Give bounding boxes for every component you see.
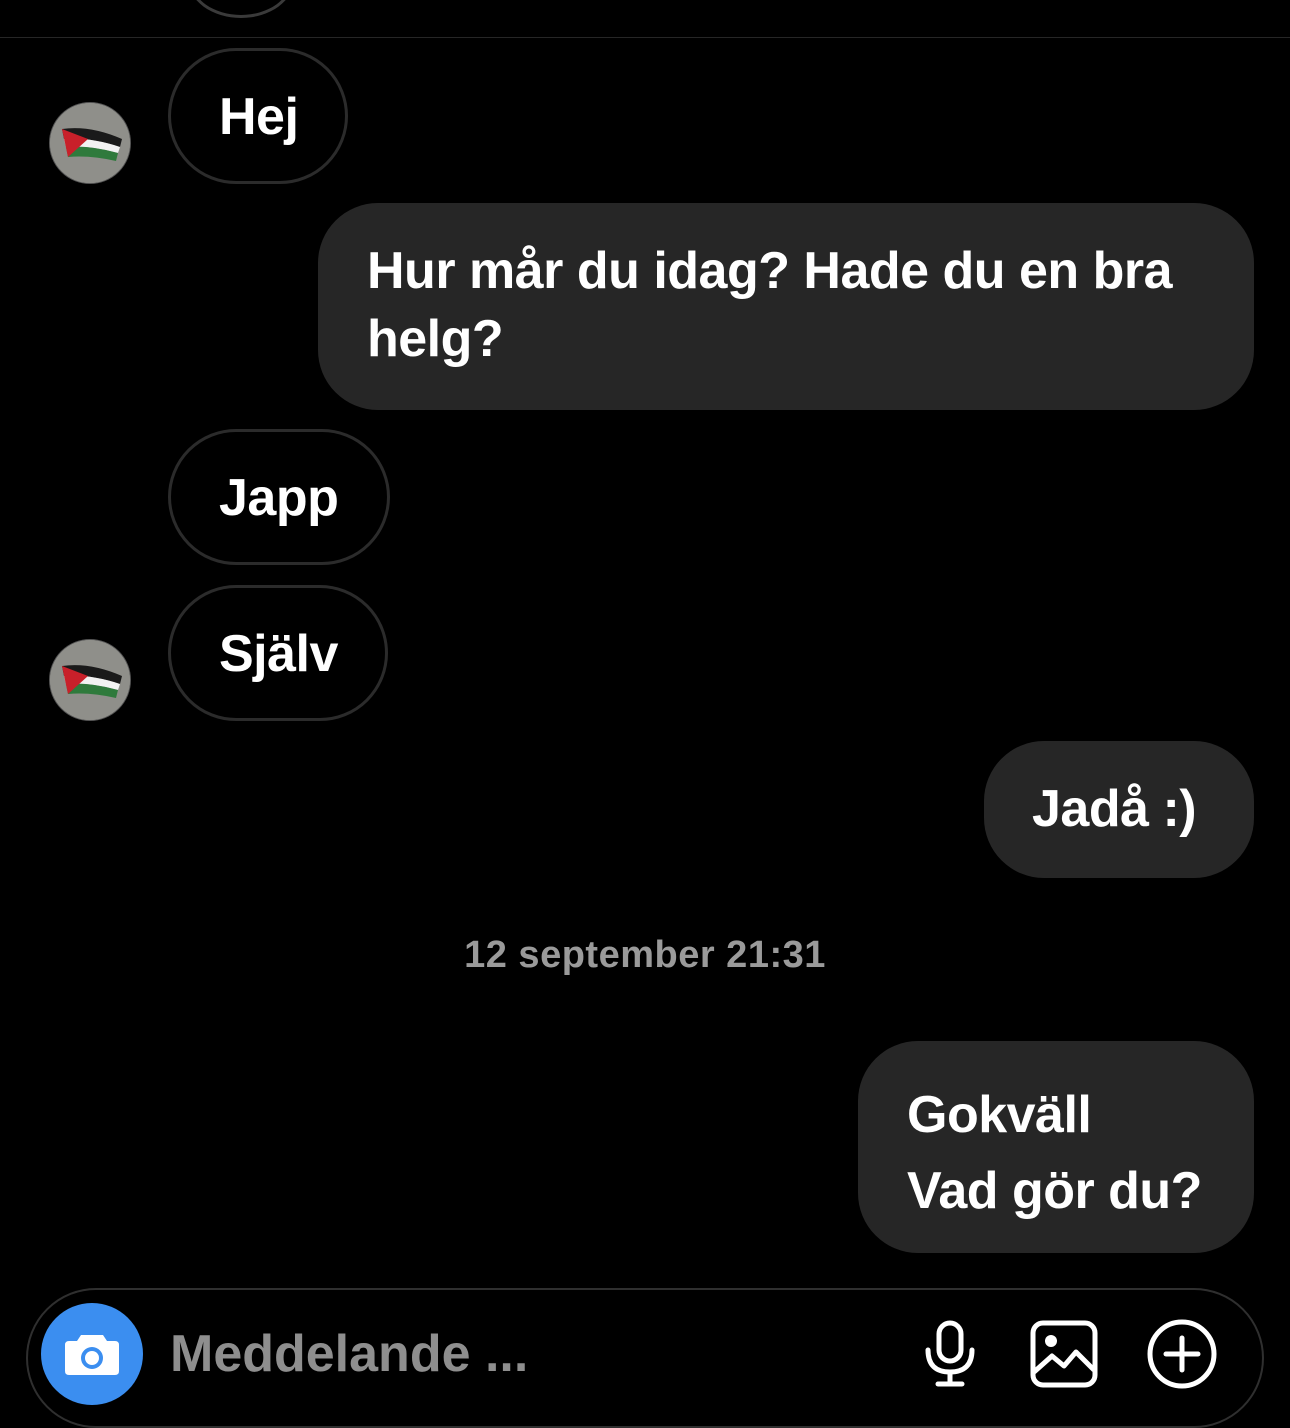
message-text: Hej — [219, 88, 299, 146]
outgoing-message[interactable]: Gokväll Vad gör du? — [858, 1041, 1254, 1253]
contact-avatar[interactable] — [49, 102, 131, 184]
message-text-line: Gokväll — [907, 1086, 1092, 1144]
message-input[interactable]: Meddelande ... — [170, 1320, 528, 1388]
contact-avatar[interactable] — [49, 639, 131, 721]
message-text: Japp — [219, 469, 339, 527]
camera-icon — [65, 1335, 119, 1375]
palestine-flag-avatar-icon — [50, 103, 130, 183]
message-text-line: Vad gör du? — [907, 1162, 1202, 1220]
outgoing-message[interactable]: Jadå :) — [984, 741, 1254, 878]
plus-circle-icon — [1147, 1319, 1217, 1389]
message-timestamp: 12 september 21:31 — [464, 934, 826, 976]
incoming-message[interactable]: Hej — [168, 48, 348, 184]
message-text: Hur mår du idag? Hade du en bra helg? — [367, 242, 1173, 368]
incoming-message[interactable]: Själv — [168, 585, 388, 721]
incoming-message[interactable]: Japp — [168, 429, 390, 565]
microphone-icon — [925, 1320, 975, 1387]
image-icon — [1030, 1320, 1098, 1388]
message-text: Jadå :) — [1032, 780, 1197, 838]
header-divider — [0, 37, 1290, 38]
camera-button[interactable] — [41, 1303, 143, 1405]
microphone-button[interactable] — [914, 1318, 986, 1390]
message-composer[interactable]: Meddelande ... — [26, 1288, 1264, 1428]
header-avatar-edge — [188, 0, 294, 18]
outgoing-message[interactable]: Hur mår du idag? Hade du en bra helg? — [318, 203, 1254, 410]
palestine-flag-avatar-icon — [50, 640, 130, 720]
message-text: Själv — [219, 625, 338, 683]
gallery-button[interactable] — [1028, 1318, 1100, 1390]
add-button[interactable] — [1146, 1318, 1218, 1390]
